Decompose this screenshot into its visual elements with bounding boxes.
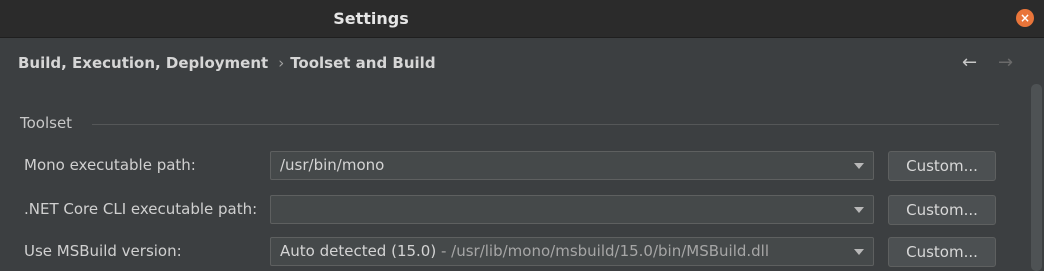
window-title: Settings <box>333 9 409 28</box>
chevron-down-icon[interactable] <box>854 163 864 169</box>
chevron-down-icon[interactable] <box>854 249 864 255</box>
mono-path-value: /usr/bin/mono <box>280 156 385 174</box>
msbuild-version-label: Use MSBuild version: <box>24 242 182 260</box>
settings-header: Build, Execution, Deployment › Toolset and… <box>0 38 1044 93</box>
breadcrumb-current: Toolset and Build <box>290 54 436 72</box>
breadcrumb-parent[interactable]: Build, Execution, Deployment <box>18 54 268 72</box>
msbuild-version-value-wrap: Auto detected (15.0) - /usr/lib/mono/msb… <box>280 238 769 265</box>
mono-custom-button[interactable]: Custom... <box>888 151 996 181</box>
dotnet-cli-custom-button[interactable]: Custom... <box>888 195 996 225</box>
title-bar: Settings × <box>0 0 1044 38</box>
mono-path-label: Mono executable path: <box>24 156 196 174</box>
back-arrow-icon[interactable]: ← <box>962 52 977 73</box>
dotnet-cli-path-label: .NET Core CLI executable path: <box>24 200 258 218</box>
msbuild-version-combo[interactable]: Auto detected (15.0) - /usr/lib/mono/msb… <box>270 237 874 266</box>
toolset-section-title: Toolset <box>20 114 73 132</box>
breadcrumb-separator-icon: › <box>278 54 285 72</box>
close-icon[interactable]: × <box>1016 9 1034 27</box>
msbuild-version-path: - /usr/lib/mono/msbuild/15.0/bin/MSBuild… <box>436 242 770 260</box>
scrollbar-thumb[interactable] <box>1031 84 1042 271</box>
dotnet-cli-path-combo[interactable] <box>270 195 874 224</box>
chevron-down-icon[interactable] <box>854 207 864 213</box>
msbuild-custom-button[interactable]: Custom... <box>888 237 996 267</box>
msbuild-version-value: Auto detected (15.0) <box>280 242 437 260</box>
breadcrumb: Build, Execution, Deployment › Toolset and… <box>18 54 436 72</box>
mono-path-value-wrap: /usr/bin/mono <box>280 152 384 179</box>
settings-window: Settings × Build, Execution, Deployment ›… <box>0 0 1044 271</box>
section-divider <box>92 124 999 125</box>
forward-arrow-icon[interactable]: → <box>998 52 1013 73</box>
mono-path-combo[interactable]: /usr/bin/mono <box>270 151 874 180</box>
